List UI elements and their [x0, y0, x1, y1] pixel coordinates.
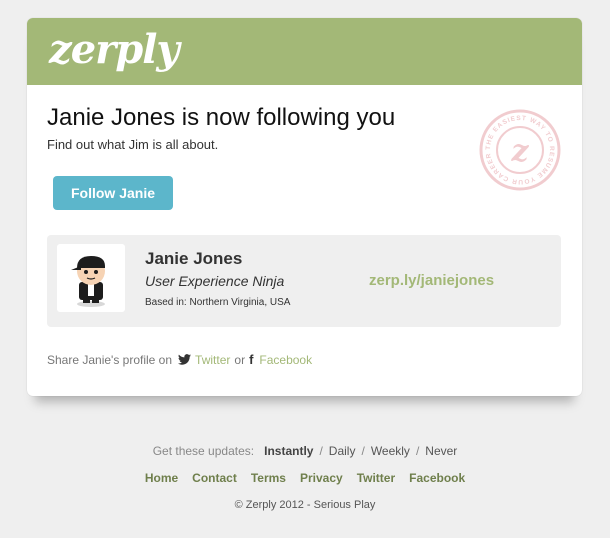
updates-label: Get these updates: — [152, 444, 255, 458]
twitter-bird-icon[interactable] — [178, 354, 192, 365]
footer-link-twitter[interactable]: Twitter — [357, 471, 395, 485]
avatar[interactable] — [57, 244, 125, 312]
subline: Find out what Jim is all about. — [47, 137, 219, 152]
update-frequency: Get these updates: Instantly / Daily / Weekl… — [0, 444, 610, 458]
header-banner: zerply — [27, 18, 582, 85]
update-option-daily[interactable]: Daily — [329, 444, 356, 458]
share-or: or — [234, 352, 246, 367]
update-option-never[interactable]: Never — [425, 444, 457, 458]
zerply-logo[interactable]: zerply — [49, 26, 180, 73]
facebook-f-icon[interactable]: f — [249, 352, 253, 367]
update-option-instantly[interactable]: Instantly — [264, 444, 313, 458]
profile-location: Based in: Northern Virginia, USA — [145, 297, 291, 308]
share-row: Share Janie's profile on Twitter or f Fa… — [47, 352, 312, 367]
footer-link-terms[interactable]: Terms — [251, 471, 286, 485]
footer-links: Home Contact Terms Privacy Twitter Facebook — [0, 471, 610, 485]
profile-name[interactable]: Janie Jones — [145, 249, 242, 269]
footer-link-privacy[interactable]: Privacy — [300, 471, 343, 485]
profile-title: User Experience Ninja — [145, 273, 285, 289]
updates-separator: / — [319, 444, 323, 458]
profile-link[interactable]: zerp.ly/janiejones — [369, 272, 494, 289]
zerply-stamp-icon: THE EASIEST WAY TO RESUME YOUR CAREER z — [479, 109, 561, 191]
follow-button[interactable]: Follow Janie — [53, 176, 173, 210]
update-option-weekly[interactable]: Weekly — [371, 444, 410, 458]
copyright: © Zerply 2012 - Serious Play — [234, 499, 376, 511]
email-card: zerply Janie Jones is now following you … — [27, 18, 582, 396]
footer-link-facebook[interactable]: Facebook — [409, 471, 465, 485]
avatar-cartoon-icon — [71, 256, 105, 307]
updates-separator: / — [415, 444, 420, 458]
share-prefix: Share Janie's profile on — [47, 352, 173, 367]
updates-separator: / — [361, 444, 365, 458]
profile-card: Janie Jones User Experience Ninja Based … — [47, 235, 561, 327]
update-options: Instantly / Daily / Weekly / Never — [264, 444, 457, 458]
headline: Janie Jones is now following you — [47, 104, 396, 131]
share-twitter-link[interactable]: Twitter — [195, 353, 230, 367]
share-facebook-link[interactable]: Facebook — [259, 353, 312, 367]
footer-link-home[interactable]: Home — [145, 471, 178, 485]
svg-text:z: z — [510, 134, 529, 169]
footer-link-contact[interactable]: Contact — [192, 471, 237, 485]
